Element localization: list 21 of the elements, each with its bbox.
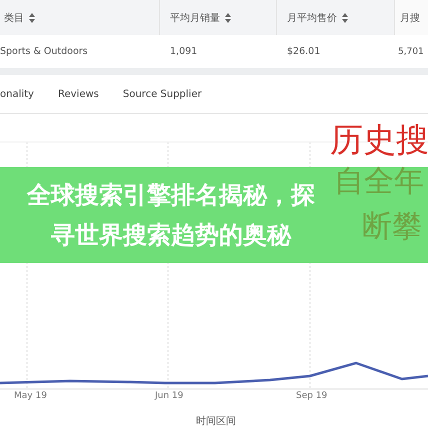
- column-header[interactable]: 平均月销量: [170, 10, 220, 24]
- column-header[interactable]: 类目: [4, 10, 24, 24]
- axis-label: Sep 19: [296, 391, 328, 401]
- sort-icon[interactable]: [225, 12, 231, 22]
- table-cell-text: $26.01: [286, 46, 322, 57]
- table-cell-text: Sports & Outdoors: [0, 46, 89, 57]
- axis-label: May 19: [14, 391, 47, 401]
- table-cell-text: 1,091: [169, 46, 198, 57]
- column-header[interactable]: 月平均售价: [287, 10, 337, 24]
- sort-icon[interactable]: [342, 12, 348, 22]
- table-cell-text: 5,701: [397, 46, 425, 56]
- banner-title: 全球搜索引擎排名揭秘，探寻世界搜索趋势的奥秘: [26, 180, 316, 251]
- chart-subtitle: 自全年: [334, 163, 424, 201]
- axis-label: Jun 19: [155, 391, 184, 401]
- tab[interactable]: Source Supplier: [122, 88, 202, 100]
- chart-subtitle: 断攀: [362, 208, 422, 246]
- axis-title: 时间区间: [196, 414, 236, 428]
- sort-icon[interactable]: [29, 12, 35, 22]
- tab[interactable]: Reviews: [58, 88, 99, 100]
- tab[interactable]: onality: [0, 88, 34, 100]
- chart-heading: 历史搜: [330, 119, 428, 161]
